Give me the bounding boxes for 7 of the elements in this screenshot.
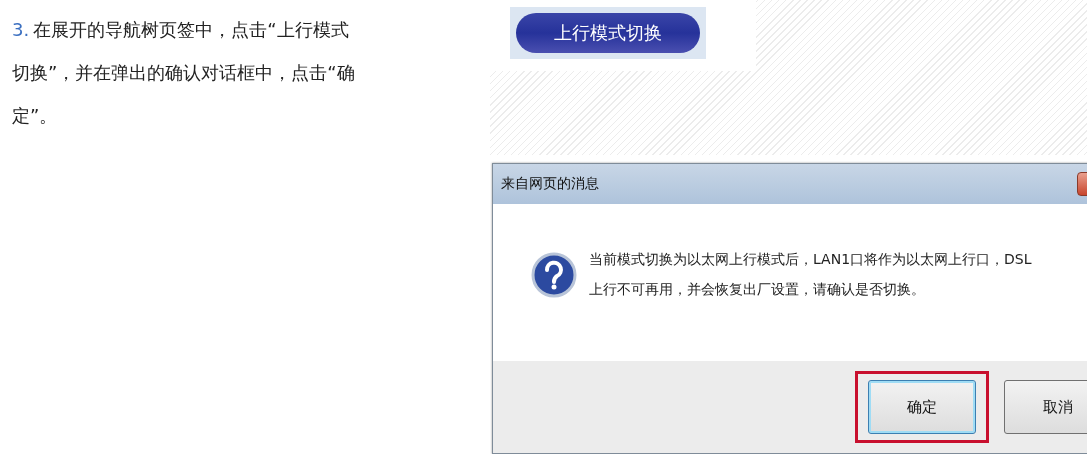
dialog-title: 来自网页的消息: [501, 175, 599, 193]
dialog-message: 当前模式切换为以太网上行模式后，LAN1口将作为以太网上行口，DSL 上行不可再用，并会恢复出厂设置，请确认是否切换。: [589, 250, 1032, 299]
mode-switch-button[interactable]: 上行模式切换: [510, 7, 706, 59]
instruction-text: 3. 在展开的导航树页签中，点击“上行模式 切换”，并在弹出的确认对话框中，点击“确 定”。: [12, 18, 356, 128]
question-icon: [531, 252, 577, 298]
dialog-button[interactable]: 确定: [868, 380, 976, 434]
dialog-button[interactable]: 取消: [1004, 380, 1087, 434]
